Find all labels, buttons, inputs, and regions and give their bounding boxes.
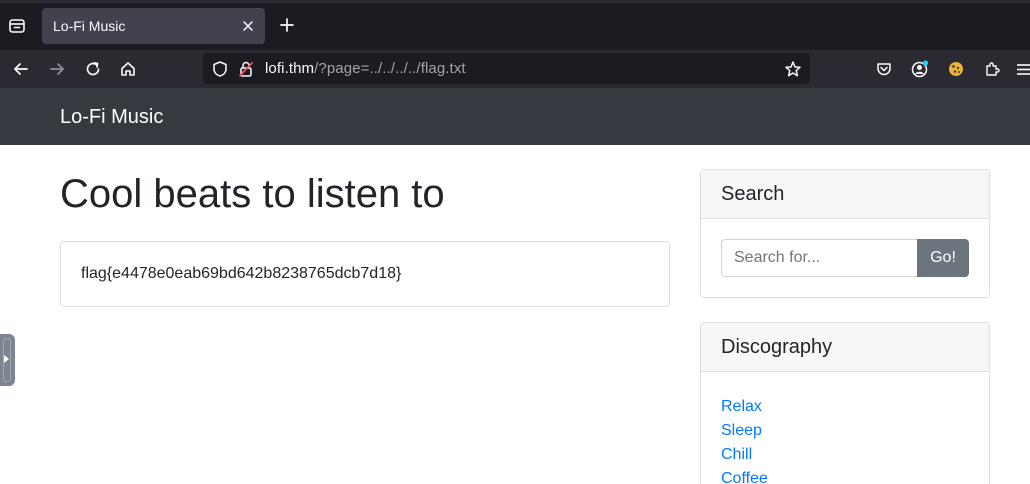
discography-link-relax[interactable]: Relax bbox=[721, 395, 768, 419]
discography-list: Relax Sleep Chill Coffee bbox=[721, 395, 768, 484]
forward-button[interactable] bbox=[44, 56, 70, 82]
account-button[interactable] bbox=[907, 56, 933, 82]
search-widget: Search Go! bbox=[700, 169, 990, 298]
discography-link-sleep[interactable]: Sleep bbox=[721, 419, 768, 443]
site-brand-link[interactable]: Lo-Fi Music bbox=[60, 106, 163, 129]
active-tab[interactable]: Lo-Fi Music bbox=[42, 8, 265, 44]
arrow-right-icon bbox=[50, 63, 64, 75]
tab-close-button[interactable] bbox=[239, 17, 257, 35]
pocket-icon bbox=[877, 63, 891, 76]
insecure-lock-icon bbox=[239, 61, 253, 77]
shield-icon bbox=[213, 61, 227, 77]
plus-icon bbox=[280, 18, 294, 32]
tab-title: Lo-Fi Music bbox=[53, 18, 126, 34]
new-tab-button[interactable] bbox=[276, 14, 298, 36]
extension-cookie-button[interactable] bbox=[943, 56, 969, 82]
reload-button[interactable] bbox=[80, 56, 106, 82]
home-icon bbox=[121, 62, 135, 76]
tracking-protection-button[interactable] bbox=[210, 59, 230, 79]
search-input[interactable] bbox=[721, 239, 918, 277]
flag-text: flag{e4478e0eab69bd642b8238765dcb7d18} bbox=[81, 265, 402, 282]
extensions-button[interactable] bbox=[979, 56, 1005, 82]
cookie-icon bbox=[949, 62, 963, 76]
tab-strip-border bbox=[0, 0, 1030, 3]
hamburger-menu-icon bbox=[1017, 64, 1030, 75]
puzzle-icon bbox=[986, 62, 1000, 76]
back-button[interactable] bbox=[8, 56, 34, 82]
tab-list-button[interactable] bbox=[4, 13, 30, 39]
browser-tab-strip: Lo-Fi Music bbox=[0, 0, 1030, 50]
url-bar[interactable]: lofi.thm/?page=../../../../flag.txt bbox=[203, 53, 810, 84]
reload-icon bbox=[86, 62, 100, 76]
bookmark-button[interactable] bbox=[783, 59, 803, 79]
expand-arrow-icon bbox=[4, 355, 9, 363]
content-card: flag{e4478e0eab69bd642b8238765dcb7d18} bbox=[60, 241, 670, 307]
browser-toolbar: lofi.thm/?page=../../../../flag.txt bbox=[0, 50, 1030, 88]
discography-widget-title: Discography bbox=[701, 323, 989, 372]
sidebar-toggle-handle[interactable] bbox=[0, 334, 15, 386]
search-go-button[interactable]: Go! bbox=[917, 239, 969, 277]
search-widget-title: Search bbox=[701, 170, 989, 219]
close-icon bbox=[243, 21, 253, 31]
discography-link-chill[interactable]: Chill bbox=[721, 443, 768, 467]
site-security-button[interactable] bbox=[236, 59, 256, 79]
account-icon bbox=[911, 60, 929, 78]
url-path: /?page=../../../../flag.txt bbox=[314, 60, 466, 77]
tab-list-icon bbox=[9, 19, 25, 33]
discography-link-coffee[interactable]: Coffee bbox=[721, 467, 768, 484]
star-icon bbox=[785, 61, 801, 77]
arrow-left-icon bbox=[14, 63, 28, 75]
site-navbar: Lo-Fi Music bbox=[0, 88, 1030, 145]
url-text[interactable]: lofi.thm/?page=../../../../flag.txt bbox=[265, 60, 466, 77]
page-heading: Cool beats to listen to bbox=[60, 172, 445, 216]
pocket-button[interactable] bbox=[871, 56, 897, 82]
menu-button[interactable] bbox=[1015, 56, 1030, 82]
discography-widget: Discography Relax Sleep Chill Coffee bbox=[700, 322, 990, 484]
home-button[interactable] bbox=[115, 56, 141, 82]
url-host: lofi.thm bbox=[265, 60, 315, 77]
